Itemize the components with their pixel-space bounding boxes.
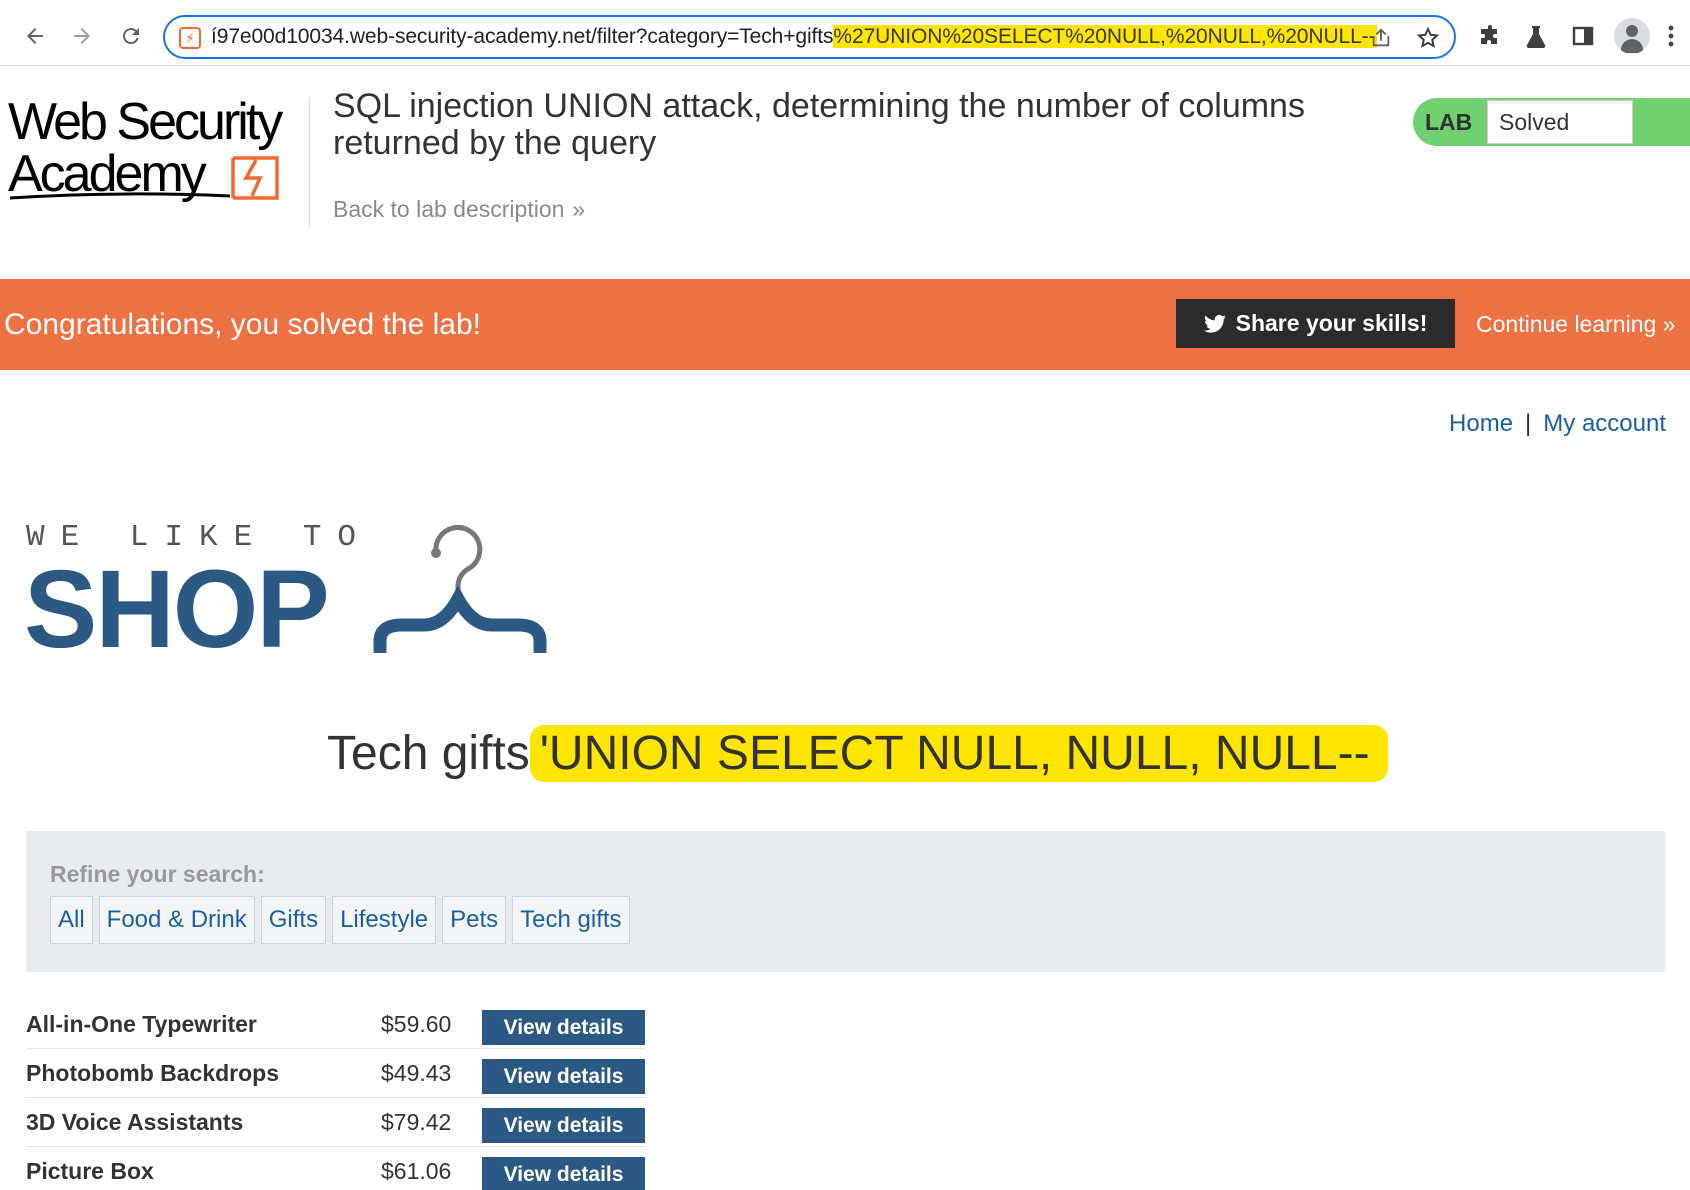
heading-injection-highlight: 'UNION SELECT NULL, NULL, NULL-- [529,725,1388,782]
web-security-academy-logo[interactable]: Web Security Academy [8,92,308,212]
filter-food-drink[interactable]: Food & Drink [98,896,255,944]
lab-status-widget: LAB Solved [1413,98,1690,146]
forward-arrow-icon[interactable] [62,16,102,56]
url-text[interactable]: í97e00d10034.web-security-academy.net/fi… [211,17,1378,57]
url-main: í97e00d10034.web-security-academy.net/fi… [211,25,834,48]
product-name: Photobomb Backdrops [26,1060,280,1086]
url-injection-highlight: %27UNION%20SELECT%20NULL,%20NULL,%20NULL… [833,25,1378,48]
product-name: Picture Box [26,1158,154,1184]
filter-pets[interactable]: Pets [442,896,507,944]
continue-learning-link[interactable]: Continue learning » [1476,279,1675,370]
profile-avatar[interactable] [1614,18,1650,54]
back-to-lab-description-link[interactable]: Back to lab description » [333,196,585,223]
side-panel-icon[interactable] [1563,16,1603,56]
home-link[interactable]: Home [1449,410,1513,437]
view-details-button[interactable]: View details [482,1108,645,1143]
refine-search-panel: Refine your search: All Food & Drink Gif… [26,831,1665,972]
share-button-label: Share your skills! [1235,310,1428,336]
product-name: All-in-One Typewriter [26,1011,257,1037]
logo-underline-icon [9,192,231,200]
lab-status-label: LAB [1425,109,1473,135]
product-row: 3D Voice Assistants $79.42 View details [26,1098,646,1147]
lab-title: SQL injection UNION attack, determining … [333,87,1305,162]
nav-separator: | [1525,410,1532,437]
double-chevron-right-icon: » [572,196,585,222]
we-like-to-shop-logo: WE LIKE TO SHOP [24,515,564,665]
solved-banner: Congratulations, you solved the lab! Sha… [0,279,1690,370]
filter-gifts[interactable]: Gifts [260,896,327,944]
logo-lightning-icon [231,156,279,200]
twitter-bird-icon [1203,314,1226,333]
filter-all[interactable]: All [50,896,93,944]
product-row: Picture Box $61.06 View details [26,1147,646,1190]
product-row: Photobomb Backdrops $49.43 View details [26,1049,646,1098]
category-heading: Tech gifts 'UNION SELECT NULL, NULL, NULL… [327,725,1388,782]
product-price: $49.43 [381,1060,452,1086]
view-details-button[interactable]: View details [482,1157,645,1190]
lab-flask-icon[interactable] [1516,16,1556,56]
browser-toolbar: ⚡ í97e00d10034.web-security-academy.net/… [0,0,1690,66]
congratulations-message: Congratulations, you solved the lab! [4,308,481,341]
heading-category: Tech gifts [327,727,530,780]
back-link-label: Back to lab description [333,196,565,222]
refine-search-label: Refine your search: [50,861,265,887]
lab-status-value: Solved [1487,100,1633,144]
share-page-icon[interactable] [1366,23,1396,53]
share-your-skills-button[interactable]: Share your skills! [1176,299,1455,348]
view-details-button[interactable]: View details [482,1059,645,1094]
filter-tech-gifts[interactable]: Tech gifts [512,896,630,944]
shop-logo-word: SHOP [24,548,330,671]
category-filters: All Food & Drink Gifts Lifestyle Pets Te… [50,896,636,944]
bookmark-star-icon[interactable] [1413,23,1443,53]
extensions-puzzle-icon[interactable] [1470,16,1510,56]
logo-line-1: Web Security [8,93,283,151]
product-price: $79.42 [381,1109,452,1135]
product-price: $61.06 [381,1158,452,1184]
product-row: All-in-One Typewriter $59.60 View detail… [26,1000,646,1049]
filter-lifestyle[interactable]: Lifestyle [332,896,437,944]
reload-icon[interactable] [111,16,151,56]
my-account-link[interactable]: My account [1543,410,1666,437]
back-arrow-icon[interactable] [15,16,55,56]
header-divider [309,98,310,228]
product-price: $59.60 [381,1011,452,1037]
clothes-hanger-icon [373,525,547,653]
more-menu-icon[interactable] [1652,16,1690,56]
account-nav: Home | My account [1449,410,1666,438]
product-list: All-in-One Typewriter $59.60 View detail… [26,1000,646,1190]
address-bar[interactable]: ⚡ í97e00d10034.web-security-academy.net/… [163,15,1456,59]
site-favicon-icon: ⚡ [179,27,201,49]
view-details-button[interactable]: View details [482,1010,645,1045]
product-name: 3D Voice Assistants [26,1109,244,1135]
